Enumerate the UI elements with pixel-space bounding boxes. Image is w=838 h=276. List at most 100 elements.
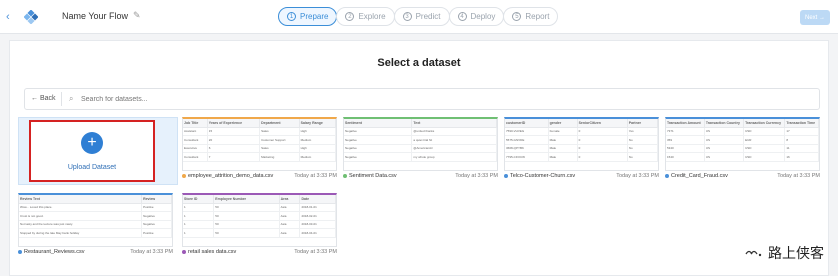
dataset-date: Today at 3:33 PM [455,173,498,179]
table-cell: 50 [213,211,280,221]
next-button[interactable]: Next → [800,10,830,25]
table-cell: 0 [577,152,628,162]
plus-icon: + [81,132,103,154]
column-header: gender [548,119,578,128]
tab-explore[interactable]: 2 Explore [336,7,395,26]
table-row: 1 50 Asia 2018-02-01 [183,211,336,221]
pencil-icon[interactable]: ✎ [133,10,141,21]
flow-name[interactable]: Name Your Flow [62,11,128,21]
dataset-card[interactable]: customerID gender SeniorCitizen Partner 7590… [504,117,659,179]
dataset-meta: Restaurant_Reviews.csv Today at 3:33 PM [18,249,173,255]
table-row: Not tasty and the texture was just nasty… [19,220,172,229]
dataset-meta: retail sales data.csv Today at 3:33 PM [182,249,337,255]
table-cell: 1 [183,228,215,238]
search-input[interactable] [81,93,381,106]
dataset-card[interactable]: Store ID Employee Number Area Date 1 50 Asia 20… [182,193,337,255]
dataset-meta: employee_attrition_demo_data.csv Today at… [182,173,337,179]
dataset-date: Today at 3:33 PM [294,249,337,255]
table-cell: 0 [577,144,628,153]
table-cell: 2018-01-01 [299,203,336,212]
dataset-card[interactable]: Review Text Review Wow... Loved this place… [18,193,173,255]
dataset-card[interactable]: Transaction Amount Transaction Country Tra… [665,117,820,179]
table-cell: Consultant [183,135,208,145]
table-cell: 17 [784,127,819,136]
wechat-icon [745,250,762,257]
table-cell: US [704,152,745,162]
file-type-dot-icon [504,174,508,178]
table-cell: Negative [141,220,172,229]
app-logo-icon[interactable] [24,10,38,24]
table-cell: Negative [344,135,413,145]
preview-table: customerID gender SeniorCitizen Partner 7590… [505,119,658,162]
table-cell: 7590-VHVEG [505,127,549,136]
table-row: 3668-QPYBK Male 0 No [505,144,658,153]
column-header: Date [299,195,336,204]
dataset-preview: Job Title Years of Experience Department Sa… [182,117,337,171]
dataset-name[interactable]: employee_attrition_demo_data.csv [188,173,294,179]
dataset-name[interactable]: Credit_Card_Fraud.csv [671,173,777,179]
table-cell: USD [743,127,786,136]
column-header: Review Text [19,195,143,204]
dataset-preview: customerID gender SeniorCitizen Partner 7590… [504,117,659,171]
table-cell: US [704,127,745,136]
back-button[interactable]: ← Back [31,95,56,102]
step-tabs: 1 Prepare 2 Explore 3 Predict 4 Deploy 5… [278,7,559,26]
table-row: Stopped by during the late May bank holi… [19,228,172,238]
tab-report[interactable]: 5 Report [503,7,559,26]
step-label: Explore [358,12,386,21]
table-cell: No [627,152,658,162]
table-cell: Medium [299,135,336,145]
page-title: Select a dataset [377,57,461,69]
table-cell: 3668-QPYBK [505,144,549,153]
table-cell: Positive [141,228,172,238]
table-row: Crust is not good. Negative [19,211,172,221]
column-header: Employee Number [213,195,280,204]
column-header: Department [259,119,300,128]
column-header: Store ID [183,195,215,204]
dataset-name[interactable]: Sentiment Data.csv [349,173,455,179]
table-cell: Negative [344,152,413,162]
table-cell: Customer Support [259,135,300,145]
table-cell: 1 [183,203,215,212]
preview-table: Transaction Amount Transaction Country Tra… [666,119,819,162]
file-type-dot-icon [343,174,347,178]
table-cell: Crust is not good. [19,211,143,221]
watermark: 路上侠客 [745,243,824,263]
dataset-card[interactable]: Sentiment Text Negative @united thanks Negat… [343,117,498,179]
table-cell: US [704,135,745,145]
table-header-row: Review Text Review [19,195,172,204]
column-header: Salary Range [299,119,336,128]
column-header: Job Title [183,119,208,128]
table-row: 7371 US USD 17 [666,127,819,136]
table-cell: Sales [259,127,300,136]
table-cell: No [627,144,658,153]
column-header: Transaction Country [704,119,745,128]
dataset-card[interactable]: Job Title Years of Experience Department Sa… [182,117,337,179]
step-number: 4 [457,12,467,21]
table-cell: 6 [207,144,261,153]
tab-deploy[interactable]: 4 Deploy [448,7,505,26]
table-row: 1540 US USD 16 [666,152,819,162]
collapse-arrows-icon[interactable]: ‹ [6,11,12,23]
tab-predict[interactable]: 3 Predict [393,7,450,26]
table-header-row: Job Title Years of Experience Department Sa… [183,119,336,128]
dataset-name[interactable]: Restaurant_Reviews.csv [24,249,130,255]
table-cell: 1540 [666,152,705,162]
table-cell: 2018-04-01 [299,228,336,238]
dataset-name[interactable]: Telco-Customer-Churn.csv [510,173,616,179]
table-row: Negative a quiet trial hit [344,135,497,145]
table-header-row: customerID gender SeniorCitizen Partner [505,119,658,128]
upload-dataset-button[interactable]: + Upload Dataset [29,120,155,182]
dataset-name[interactable]: retail sales data.csv [188,249,294,255]
column-header: Transaction Amount [666,119,705,128]
file-type-dot-icon [182,250,186,254]
table-cell: Not tasty and the texture was just nasty… [19,220,143,229]
table-cell: High [299,144,336,153]
table-cell: Stopped by during the late May bank holi… [19,228,143,238]
step-label: Report [525,12,550,21]
column-header: Years of Experience [207,119,261,128]
table-cell: 0 [577,135,628,145]
tab-prepare[interactable]: 1 Prepare [278,7,338,26]
table-cell: High [299,127,336,136]
column-header: Text [411,119,497,128]
